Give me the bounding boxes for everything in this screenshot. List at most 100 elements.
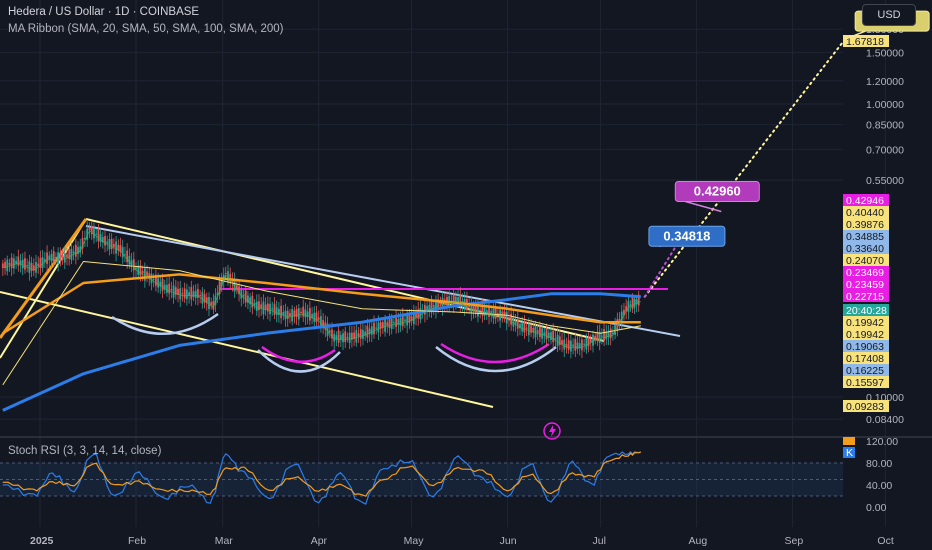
candle-body [166, 284, 168, 293]
candle-body [315, 312, 318, 323]
candle-body [370, 326, 373, 335]
candle-body [161, 278, 164, 291]
candle-body [536, 330, 539, 333]
candle-body [545, 328, 548, 340]
price-badge-label: 0.19942 [846, 317, 884, 329]
candle-body [386, 322, 389, 326]
candle-body [373, 322, 375, 335]
price-tick-label: 0.85000 [866, 120, 904, 132]
candle-body [357, 333, 360, 337]
candle-body [273, 303, 276, 315]
price-tick-label: 1.20000 [866, 76, 904, 88]
indicator-title[interactable]: MA Ribbon (SMA, 20, SMA, 50, SMA, 100, S… [8, 23, 283, 35]
head-arc-inner-right [440, 342, 550, 364]
candle-body [572, 344, 574, 347]
candle-body [63, 253, 66, 263]
candle-body [258, 301, 260, 310]
currency-button[interactable]: USD [862, 4, 916, 26]
candle-body [150, 273, 153, 284]
candle-body [10, 257, 13, 269]
candle-body [510, 313, 513, 325]
time-tick-label: Aug [689, 535, 708, 547]
candle-body [587, 336, 590, 347]
projection-path [643, 38, 847, 298]
candle-body [55, 256, 57, 258]
callout-label: 0.42960 [694, 184, 741, 199]
candle-body [377, 322, 380, 333]
candle-body [286, 310, 289, 320]
candle-body [390, 318, 393, 329]
candle-body [260, 304, 263, 309]
candle-body [342, 333, 344, 343]
chart-canvas: 120.0080.0040.000.00K 1.800001.500001.20… [0, 0, 932, 547]
candle-body [21, 259, 24, 269]
candle-body [170, 289, 173, 291]
candle-body [104, 236, 106, 246]
candle-body [8, 263, 11, 265]
price-badge-label: 0.17408 [846, 353, 884, 365]
candle-body [194, 290, 197, 298]
candle-body [66, 254, 68, 258]
candle-body [39, 257, 42, 269]
candle-body [57, 252, 60, 264]
price-badge-label: 0.34885 [846, 231, 884, 243]
price-badge-label: 0.42946 [846, 195, 884, 207]
candle-body [541, 328, 544, 339]
candle-body [574, 339, 577, 351]
candle-body [284, 310, 287, 320]
candle-body [516, 318, 519, 329]
candle-body [592, 334, 594, 346]
stoch-title[interactable]: Stoch RSI (3, 3, 14, 14, close) [8, 445, 161, 457]
candle-body [192, 291, 195, 297]
candle-body [61, 254, 64, 260]
candle-body [609, 328, 612, 339]
candle-body [6, 259, 9, 272]
candle-body [210, 301, 213, 306]
candle-body [269, 303, 271, 315]
price-tick-label: 0.55000 [866, 175, 904, 187]
candle-body [359, 329, 362, 339]
candle-body [633, 298, 636, 308]
rally-line-2 [0, 218, 88, 339]
candle-body [585, 338, 588, 350]
candle-body [253, 302, 256, 306]
candle-body [17, 256, 20, 266]
price-tick-label: 0.70000 [866, 144, 904, 156]
candle-body [589, 338, 592, 343]
candle-body [68, 249, 71, 260]
candle-body [563, 339, 566, 350]
candle-body [255, 301, 258, 311]
candle-body [302, 306, 305, 317]
candle-body [297, 308, 300, 320]
candle-body [569, 340, 572, 352]
candle-body [12, 258, 15, 269]
candle-body [355, 330, 358, 343]
candle-body [505, 311, 508, 324]
price-badge-label: 0.23469 [846, 267, 884, 279]
candle-body [512, 317, 515, 327]
symbol-title[interactable]: Hedera / US Dollar · 1D · COINBASE [8, 6, 199, 18]
candle-body [337, 330, 340, 343]
candle-body [224, 272, 227, 274]
stoch-tick-label: 120.00 [866, 436, 898, 448]
price-badge-label: 0.23459 [846, 279, 884, 291]
candle-body [485, 310, 488, 314]
time-tick-label: Jul [593, 535, 606, 547]
candle-body [106, 241, 109, 244]
candle-body [333, 333, 336, 342]
candle-body [375, 327, 378, 329]
candle-body [317, 317, 320, 320]
price-badge-label: 0.16225 [846, 365, 884, 377]
candle-body [362, 329, 364, 339]
candle-body [308, 308, 311, 321]
head-arc-inner-left [261, 345, 336, 363]
candle-body [143, 268, 146, 281]
time-tick-label: Feb [128, 535, 146, 547]
candle-body [581, 339, 583, 351]
candle-body [37, 263, 40, 267]
candle-body [41, 257, 44, 268]
candle-body [15, 260, 18, 264]
candle-body [74, 244, 77, 257]
candle-body [179, 288, 182, 300]
candle-body [35, 262, 37, 273]
